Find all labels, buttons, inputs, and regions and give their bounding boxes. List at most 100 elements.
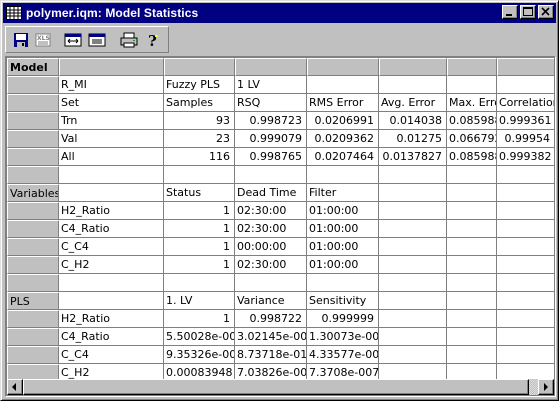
table-cell[interactable]: 9.35326e-006 xyxy=(164,346,235,364)
table-cell[interactable]: 0.0209362 xyxy=(307,130,379,148)
table-cell[interactable] xyxy=(379,202,447,220)
table-cell[interactable] xyxy=(447,202,497,220)
table-cell[interactable] xyxy=(497,346,554,364)
table-cell[interactable] xyxy=(497,364,554,379)
column-header[interactable] xyxy=(307,58,379,76)
column-header[interactable] xyxy=(164,58,235,76)
table-cell[interactable]: C_H2 xyxy=(59,364,164,379)
table-cell[interactable] xyxy=(447,310,497,328)
table-cell[interactable]: Set xyxy=(59,94,164,112)
table-cell[interactable]: Sensitivity xyxy=(307,292,379,310)
table-cell[interactable]: 0.0206991 xyxy=(307,112,379,130)
table-cell[interactable] xyxy=(497,274,554,292)
table-cell[interactable]: 00:00:00 xyxy=(235,238,307,256)
title-bar[interactable]: polymer.iqm: Model Statistics xyxy=(3,3,556,23)
table-cell[interactable]: 0.998723 xyxy=(235,112,307,130)
table-cell[interactable]: 7.3708e-007 xyxy=(307,364,379,379)
table-cell[interactable] xyxy=(164,166,235,184)
table-cell[interactable] xyxy=(379,238,447,256)
table-cell[interactable] xyxy=(497,220,554,238)
table-cell[interactable] xyxy=(447,256,497,274)
table-cell[interactable]: Status xyxy=(164,184,235,202)
table-cell[interactable] xyxy=(447,238,497,256)
table-cell[interactable]: Correlation xyxy=(497,94,554,112)
table-cell[interactable] xyxy=(447,220,497,238)
fit-columns-button[interactable] xyxy=(62,30,84,50)
table-cell[interactable] xyxy=(497,76,554,94)
table-cell[interactable] xyxy=(59,292,164,310)
table-cell[interactable]: 1. LV xyxy=(164,292,235,310)
table-cell[interactable] xyxy=(235,274,307,292)
table-cell[interactable] xyxy=(379,328,447,346)
column-header[interactable] xyxy=(379,58,447,76)
table-cell[interactable] xyxy=(497,238,554,256)
table-cell[interactable] xyxy=(447,364,497,379)
table-cell[interactable]: 7.03826e-007 xyxy=(235,364,307,379)
table-cell[interactable]: Max. Error xyxy=(447,94,497,112)
table-cell[interactable] xyxy=(307,76,379,94)
table-cell[interactable] xyxy=(379,310,447,328)
table-cell[interactable]: 01:00:00 xyxy=(307,256,379,274)
table-cell[interactable]: R_MI xyxy=(59,76,164,94)
table-cell[interactable]: 23 xyxy=(164,130,235,148)
table-cell[interactable]: 0.0859885 xyxy=(447,148,497,166)
table-cell[interactable] xyxy=(379,184,447,202)
table-cell[interactable]: 0.99954 xyxy=(497,130,554,148)
row-header[interactable]: PLS xyxy=(7,292,59,310)
table-cell[interactable]: 0.01275 xyxy=(379,130,447,148)
save-button[interactable] xyxy=(10,30,32,50)
table-cell[interactable]: 0.0667923 xyxy=(447,130,497,148)
print-button[interactable] xyxy=(118,30,140,50)
table-cell[interactable] xyxy=(307,274,379,292)
table-cell[interactable]: Variance xyxy=(235,292,307,310)
table-cell[interactable]: 5.50028e-005 xyxy=(164,328,235,346)
scroll-left-button[interactable] xyxy=(7,379,23,395)
table-cell[interactable]: 0.014038 xyxy=(379,112,447,130)
row-header[interactable] xyxy=(7,166,59,184)
row-header[interactable] xyxy=(7,346,59,364)
table-cell[interactable]: 1 xyxy=(164,238,235,256)
export-excel-button[interactable]: XLS xyxy=(32,30,54,50)
table-cell[interactable]: Filter xyxy=(307,184,379,202)
table-cell[interactable] xyxy=(379,346,447,364)
table-cell[interactable]: 1 LV xyxy=(235,76,307,94)
horizontal-scrollbar[interactable] xyxy=(7,379,554,395)
table-cell[interactable] xyxy=(379,292,447,310)
table-cell[interactable]: Trn xyxy=(59,112,164,130)
table-cell[interactable] xyxy=(497,166,554,184)
table-cell[interactable]: 0.00083948 xyxy=(164,364,235,379)
row-header[interactable] xyxy=(7,256,59,274)
close-button[interactable] xyxy=(538,5,554,19)
column-header[interactable]: Model xyxy=(7,58,59,76)
column-header[interactable] xyxy=(447,58,497,76)
table-cell[interactable] xyxy=(447,292,497,310)
row-header[interactable] xyxy=(7,76,59,94)
row-header[interactable] xyxy=(7,112,59,130)
table-cell[interactable]: 0.999079 xyxy=(235,130,307,148)
table-cell[interactable]: Samples xyxy=(164,94,235,112)
table-cell[interactable]: C4_Ratio xyxy=(59,220,164,238)
fit-window-button[interactable] xyxy=(86,30,108,50)
table-cell[interactable] xyxy=(497,292,554,310)
row-header[interactable] xyxy=(7,328,59,346)
row-header[interactable] xyxy=(7,364,59,379)
table-cell[interactable] xyxy=(164,274,235,292)
table-cell[interactable]: 02:30:00 xyxy=(235,220,307,238)
table-cell[interactable] xyxy=(447,76,497,94)
maximize-button[interactable] xyxy=(520,5,536,19)
row-header[interactable]: Variables xyxy=(7,184,59,202)
row-header[interactable] xyxy=(7,238,59,256)
table-cell[interactable] xyxy=(497,310,554,328)
table-cell[interactable] xyxy=(447,166,497,184)
table-cell[interactable]: 93 xyxy=(164,112,235,130)
statistics-grid[interactable]: Model R_MI Fuzzy PLS 1 LV Set Samples RSQ RMS E… xyxy=(7,58,554,379)
table-cell[interactable] xyxy=(307,166,379,184)
table-cell[interactable] xyxy=(59,184,164,202)
table-cell[interactable]: 8.73718e-011 xyxy=(235,346,307,364)
table-cell[interactable]: 0.0859885 xyxy=(447,112,497,130)
table-cell[interactable]: 0.999382 xyxy=(497,148,554,166)
table-cell[interactable] xyxy=(59,274,164,292)
minimize-button[interactable] xyxy=(502,5,518,19)
table-cell[interactable]: 0.0137827 xyxy=(379,148,447,166)
table-cell[interactable] xyxy=(235,166,307,184)
